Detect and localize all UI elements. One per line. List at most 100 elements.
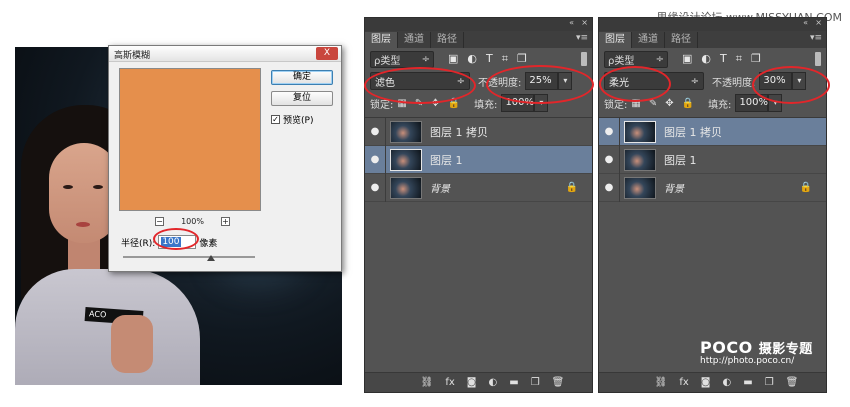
collapse-icon[interactable]: «: [569, 18, 574, 27]
opacity-input[interactable]: 30%: [759, 72, 793, 90]
type-filter-icon[interactable]: T: [720, 52, 727, 66]
tab-paths[interactable]: 路径: [665, 32, 698, 48]
blend-mode-select[interactable]: 滤色 ÷: [370, 72, 470, 90]
preview-checkbox[interactable]: ✓ 预览(P): [271, 113, 313, 126]
layer-row[interactable]: ● 背景 🔒: [599, 173, 826, 202]
chevron-down-icon[interactable]: ▾: [792, 72, 807, 90]
layer-name: 背景: [664, 184, 684, 195]
chevron-down-icon[interactable]: ▾: [558, 72, 573, 90]
lock-position-icon[interactable]: ✥: [665, 98, 673, 109]
blend-mode-select[interactable]: 柔光 ÷: [604, 72, 704, 90]
visibility-eye-icon[interactable]: ●: [365, 154, 385, 165]
ok-button[interactable]: 确定: [271, 70, 333, 85]
lock-transparent-icon[interactable]: ▦: [397, 98, 406, 109]
chevron-down-icon[interactable]: ▾: [768, 94, 783, 112]
lock-icon: 🔒: [565, 182, 578, 193]
fill-input[interactable]: 100%: [735, 94, 769, 112]
zoom-out-button[interactable]: −: [155, 217, 164, 226]
adjustment-layer-icon[interactable]: ◐: [489, 377, 498, 388]
smart-object-filter-icon[interactable]: ❐: [517, 52, 527, 66]
panel-menu-icon[interactable]: ▾≡: [576, 33, 588, 43]
blend-row: 滤色 ÷ 不透明度: 25% ▾: [365, 70, 592, 92]
adjustment-layer-icon[interactable]: ◐: [723, 377, 732, 388]
opacity-label: 不透明度:: [478, 77, 522, 89]
lock-all-icon[interactable]: 🔒: [448, 98, 460, 109]
filter-type-select[interactable]: ρ类型 ÷: [604, 50, 668, 68]
layer-row[interactable]: ● 背景 🔒: [365, 173, 592, 202]
lock-icons: ▦ ✎ ✥ 🔒: [631, 98, 694, 109]
layer-row[interactable]: ● 图层 1: [599, 145, 826, 174]
shape-filter-icon[interactable]: ⌗: [502, 52, 508, 66]
layer-name: 图层 1: [430, 153, 463, 167]
radius-input[interactable]: 100: [158, 235, 197, 249]
smart-object-filter-icon[interactable]: ❐: [751, 52, 761, 66]
eye: [63, 185, 73, 189]
lock-transparent-icon[interactable]: ▦: [631, 98, 640, 109]
layer-mask-icon[interactable]: ◙: [701, 377, 711, 388]
tab-layers[interactable]: 图层: [365, 32, 398, 48]
new-group-icon[interactable]: ▬: [743, 377, 752, 388]
zoom-in-button[interactable]: +: [221, 217, 230, 226]
checkbox-box[interactable]: ✓: [271, 115, 280, 124]
lock-label: 锁定:: [604, 99, 628, 111]
adjustment-filter-icon[interactable]: ◐: [701, 52, 711, 66]
lock-image-icon[interactable]: ✎: [415, 98, 423, 109]
tab-layers[interactable]: 图层: [599, 32, 632, 48]
close-icon[interactable]: ×: [581, 18, 588, 27]
visibility-eye-icon[interactable]: ●: [599, 126, 619, 137]
shape-filter-icon[interactable]: ⌗: [736, 52, 742, 66]
lock-position-icon[interactable]: ✥: [431, 98, 439, 109]
tab-paths[interactable]: 路径: [431, 32, 464, 48]
trash-icon[interactable]: 🗑: [786, 377, 799, 388]
layer-thumbnail: [390, 148, 422, 171]
panel-topstrip: « ×: [599, 18, 826, 31]
opacity-input[interactable]: 25%: [525, 72, 559, 90]
blur-preview[interactable]: [119, 68, 261, 211]
fill-input[interactable]: 100%: [501, 94, 535, 112]
slider-knob[interactable]: [207, 255, 215, 261]
collapse-icon[interactable]: «: [803, 18, 808, 27]
close-button[interactable]: X: [316, 47, 338, 60]
filter-icons: ▣ ◐ T ⌗ ❐: [448, 52, 527, 66]
chevron-down-icon[interactable]: ▾: [534, 94, 549, 112]
type-filter-icon[interactable]: T: [486, 52, 493, 66]
tab-channels[interactable]: 通道: [398, 32, 431, 48]
close-icon[interactable]: ×: [815, 18, 822, 27]
pixel-filter-icon[interactable]: ▣: [448, 52, 458, 66]
lock-all-icon[interactable]: 🔒: [682, 98, 694, 109]
filter-type-select[interactable]: ρ类型 ÷: [370, 50, 434, 68]
tab-channels[interactable]: 通道: [632, 32, 665, 48]
layer-list: ● 图层 1 拷贝 ● 图层 1 ● 背景 🔒: [365, 117, 592, 202]
panel-menu-icon[interactable]: ▾≡: [810, 33, 822, 43]
lock-icon: 🔒: [799, 182, 812, 193]
visibility-eye-icon[interactable]: ●: [599, 182, 619, 193]
layer-style-icon[interactable]: fx: [679, 377, 688, 388]
lock-image-icon[interactable]: ✎: [649, 98, 657, 109]
layer-row[interactable]: ● 图层 1 拷贝: [599, 117, 826, 146]
filter-toggle[interactable]: [815, 52, 821, 66]
panel-bottom-bar: ⛓ fx ◙ ◐ ▬ ❐ 🗑: [365, 372, 592, 392]
new-group-icon[interactable]: ▬: [509, 377, 518, 388]
layer-row[interactable]: ● 图层 1 拷贝: [365, 117, 592, 146]
adjustment-filter-icon[interactable]: ◐: [467, 52, 477, 66]
layer-mask-icon[interactable]: ◙: [467, 377, 477, 388]
poco-logo: POCO 摄影专题 http://photo.poco.cn/: [700, 338, 813, 366]
layer-style-icon[interactable]: fx: [445, 377, 454, 388]
filter-toggle[interactable]: [581, 52, 587, 66]
trash-icon[interactable]: 🗑: [552, 377, 565, 388]
pixel-filter-icon[interactable]: ▣: [682, 52, 692, 66]
layer-row[interactable]: ● 图层 1: [365, 145, 592, 174]
radius-slider[interactable]: [123, 255, 255, 261]
blend-mode-value: 滤色: [375, 77, 395, 89]
new-layer-icon[interactable]: ❐: [531, 377, 540, 388]
reset-button[interactable]: 复位: [271, 91, 333, 106]
link-layers-icon[interactable]: ⛓: [421, 377, 434, 388]
visibility-eye-icon[interactable]: ●: [599, 154, 619, 165]
link-layers-icon[interactable]: ⛓: [655, 377, 668, 388]
visibility-eye-icon[interactable]: ●: [365, 126, 385, 137]
chevron-updown-icon: ÷: [421, 53, 430, 65]
lock-label: 锁定:: [370, 99, 394, 111]
visibility-eye-icon[interactable]: ●: [365, 182, 385, 193]
new-layer-icon[interactable]: ❐: [765, 377, 774, 388]
divider: [385, 173, 386, 202]
